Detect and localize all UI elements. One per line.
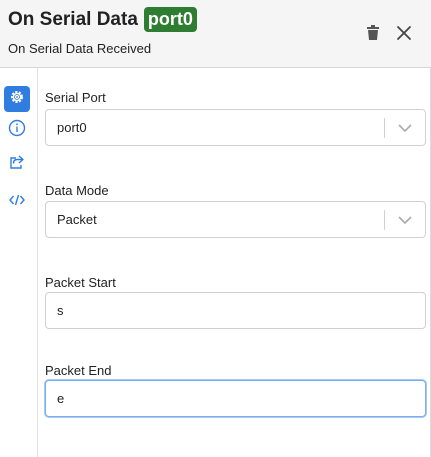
page-subtitle: On Serial Data Received: [8, 41, 152, 56]
sidebar: [0, 68, 38, 457]
gear-icon: [9, 89, 25, 110]
data-mode-label: Data Mode: [45, 183, 109, 198]
sidebar-item-share[interactable]: [4, 151, 30, 177]
packet-start-label: Packet Start: [45, 275, 116, 290]
packet-end-label: Packet End: [45, 363, 112, 378]
packet-start-input[interactable]: [45, 292, 426, 329]
sidebar-item-info[interactable]: [4, 117, 30, 143]
sidebar-item-code[interactable]: [4, 189, 30, 215]
trash-icon[interactable]: [364, 24, 382, 42]
data-mode-select[interactable]: Packet: [45, 201, 426, 238]
title-row: On Serial Data port0: [8, 7, 197, 32]
info-icon: [8, 119, 26, 142]
data-mode-value: Packet: [57, 212, 97, 227]
code-icon: [9, 193, 25, 211]
chevron-down-icon[interactable]: [385, 215, 425, 224]
close-icon[interactable]: [394, 23, 414, 43]
serial-port-value: port0: [57, 120, 87, 135]
serial-port-label: Serial Port: [45, 90, 106, 105]
packet-end-input[interactable]: [45, 380, 426, 417]
chevron-down-icon[interactable]: [385, 123, 425, 132]
page-title: On Serial Data: [8, 8, 138, 30]
node-config-panel: On Serial Data port0 On Serial Data Rece…: [0, 0, 431, 457]
sidebar-item-settings[interactable]: [4, 86, 30, 112]
port-badge: port0: [143, 7, 197, 32]
serial-port-select[interactable]: port0: [45, 109, 426, 146]
panel-header: On Serial Data port0 On Serial Data Rece…: [0, 0, 431, 68]
share-icon: [9, 154, 25, 175]
